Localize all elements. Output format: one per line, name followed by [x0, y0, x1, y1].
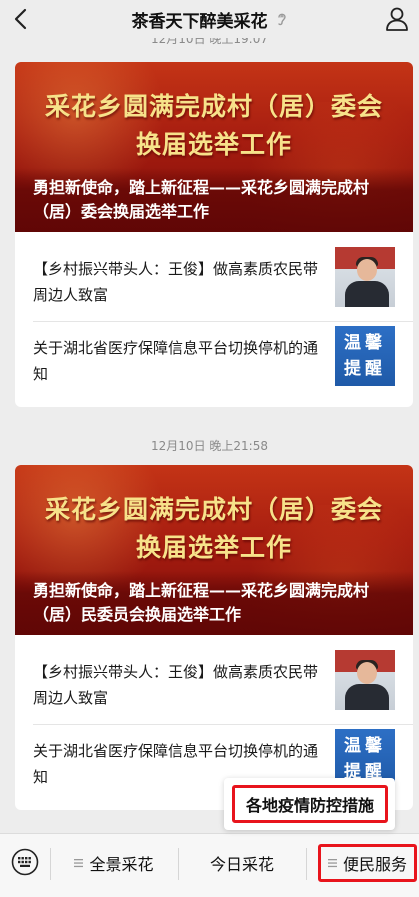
page-title: 茶香天下醉美采花	[131, 11, 268, 32]
article-list-item[interactable]: 【乡村振兴带头人：王俊】做高素质农民带周边人致富	[33, 650, 395, 720]
article-list-item[interactable]: 【乡村振兴带头人：王俊】做高素质农民带周边人致富	[33, 247, 395, 317]
article-title: 【乡村振兴带头人：王俊】做高素质农民带周边人致富	[33, 260, 319, 304]
banner-caption: 勇担新使命，踏上新征程——采花乡圆满完成村（居）民委员会换届选举工作	[15, 571, 413, 635]
ear-icon	[277, 13, 286, 26]
divider	[50, 848, 51, 880]
banner-title-line1: 采花乡圆满完成村（居）委会	[44, 495, 383, 524]
timestamp: 12月10日 晚上19:07	[151, 36, 268, 46]
article-banner[interactable]: 采花乡圆满完成村（居）委会 换届选举工作 勇担新使命，踏上新征程——采花乡圆满完…	[15, 465, 413, 635]
submenu-lines-icon	[74, 859, 84, 868]
keyboard-icon[interactable]	[11, 848, 39, 876]
notice-thumbnail-text: 温馨提醒	[344, 333, 386, 379]
menu-bianmin-fuwu[interactable]: 便民服务	[318, 844, 417, 882]
article-title: 关于湖北省医疗保障信息平台切换停机的通知	[33, 339, 319, 383]
user-icon[interactable]	[385, 6, 409, 32]
top-nav-bar: 茶香天下醉美采花	[0, 0, 419, 38]
timestamp: 12月10日 晚上21:58	[151, 439, 268, 453]
menu-quanjing-caihua[interactable]: 全景采花	[55, 844, 173, 882]
submenu-lines-icon	[327, 859, 337, 868]
banner-title: 采花乡圆满完成村（居）委会 换届选举工作	[15, 62, 413, 164]
banner-title: 采花乡圆满完成村（居）委会 换届选举工作	[15, 465, 413, 567]
divider	[33, 724, 413, 725]
divider	[33, 321, 413, 322]
banner-caption: 勇担新使命，踏上新征程——采花乡圆满完成村（居）委会换届选举工作	[15, 168, 413, 232]
article-title: 【乡村振兴带头人：王俊】做高素质农民带周边人致富	[33, 663, 319, 707]
submenu-popup: 各地疫情防控措施	[224, 778, 395, 830]
divider	[178, 848, 179, 880]
menu-jinri-caihua[interactable]: 今日采花	[183, 844, 301, 882]
submenu-item-epidemic-measures[interactable]: 各地疫情防控措施	[232, 785, 388, 823]
article-card: 采花乡圆满完成村（居）委会 换届选举工作 勇担新使命，踏上新征程——采花乡圆满完…	[15, 62, 413, 407]
bottom-menu-bar: 全景采花 今日采花 便民服务	[0, 833, 419, 897]
person-photo-thumbnail	[335, 650, 395, 710]
banner-title-line1: 采花乡圆满完成村（居）委会	[44, 92, 383, 121]
article-card: 采花乡圆满完成村（居）委会 换届选举工作 勇担新使命，踏上新征程——采花乡圆满完…	[15, 465, 413, 810]
notice-thumbnail: 温馨提醒	[335, 326, 395, 386]
person-photo-thumbnail	[335, 247, 395, 307]
article-banner[interactable]: 采花乡圆满完成村（居）委会 换届选举工作 勇担新使命，踏上新征程——采花乡圆满完…	[15, 62, 413, 232]
menu-label: 全景采花	[89, 855, 154, 874]
article-list-item[interactable]: 关于湖北省医疗保障信息平台切换停机的通知 温馨提醒	[33, 326, 395, 396]
back-arrow-icon[interactable]	[10, 5, 34, 33]
banner-title-line2: 换届选举工作	[135, 130, 292, 159]
menu-label: 便民服务	[342, 855, 407, 874]
divider	[306, 848, 307, 880]
menu-label: 今日采花	[209, 855, 274, 874]
banner-title-line2: 换届选举工作	[135, 533, 292, 562]
